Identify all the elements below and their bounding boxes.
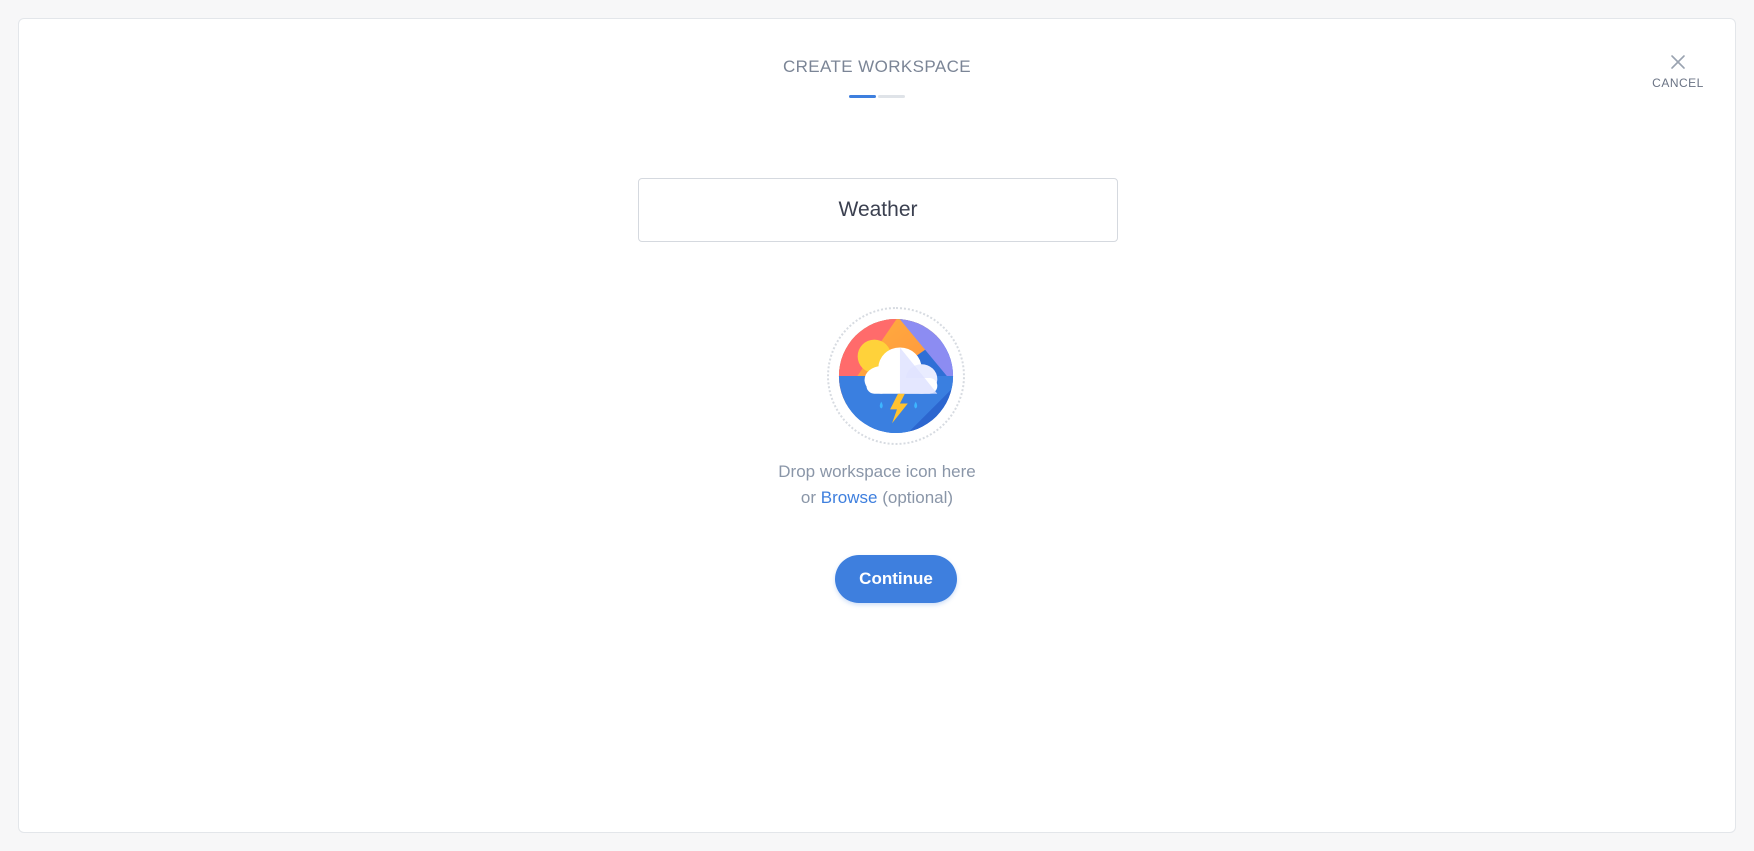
browse-link[interactable]: Browse <box>821 488 878 507</box>
step-1-indicator <box>849 95 876 98</box>
cancel-button[interactable]: CANCEL <box>1648 53 1708 90</box>
dropzone-hint-prefix: or <box>800 488 817 507</box>
dropzone-hint: Drop workspace icon here or Browse (opti… <box>19 459 1735 511</box>
continue-button[interactable]: Continue <box>835 555 957 603</box>
step-2-indicator <box>878 95 905 98</box>
cancel-label: CANCEL <box>1652 76 1704 90</box>
create-workspace-dialog: CREATE WORKSPACE CANCEL Weather Drop wor… <box>18 18 1736 833</box>
close-icon <box>1671 55 1685 69</box>
workspace-name-input[interactable] <box>638 178 1118 242</box>
workspace-icon-dropzone[interactable] <box>827 307 965 445</box>
dropzone-hint-suffix: (optional) <box>882 488 954 507</box>
dropzone-hint-line1: Drop workspace icon here <box>778 462 976 481</box>
step-indicator <box>849 95 905 98</box>
weather-storm-icon <box>838 318 954 434</box>
dropzone-hint-line2: or Browse (optional) <box>19 485 1735 511</box>
page-title: CREATE WORKSPACE <box>782 57 972 76</box>
